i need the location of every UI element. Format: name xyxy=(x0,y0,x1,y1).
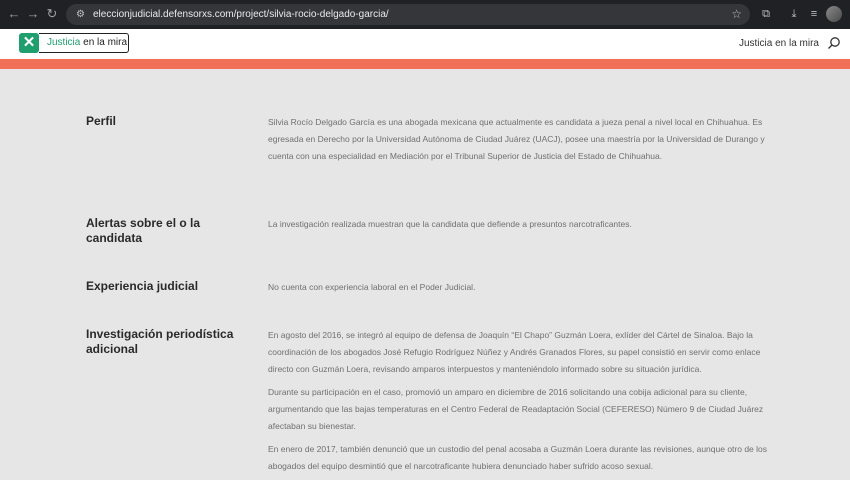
media-control-icon[interactable]: ≡ xyxy=(806,6,822,22)
address-bar[interactable]: ⚙ eleccionjudicial.defensorxs.com/projec… xyxy=(66,4,750,25)
logo-mark-icon[interactable]: ✕ xyxy=(19,33,39,53)
profile-avatar[interactable] xyxy=(826,6,842,22)
paragraph: Durante su participación en el caso, pro… xyxy=(268,387,764,431)
section-label: Alertas sobre el o la candidata xyxy=(86,216,201,245)
section-label: Investigación periodística adicional xyxy=(86,327,234,356)
logo-word-rest: en la mira xyxy=(80,37,128,48)
url-text[interactable]: eleccionjudicial.defensorxs.com/project/… xyxy=(93,7,389,22)
section-text: No cuenta con experiencia laboral en el … xyxy=(268,279,783,302)
section-label: Perfil xyxy=(86,114,117,128)
bookmark-star-icon[interactable]: ☆ xyxy=(731,6,742,23)
download-icon[interactable]: ⤓ xyxy=(786,6,802,22)
site-info-icon[interactable]: ⚙ xyxy=(74,8,87,21)
paragraph: En agosto del 2016, se integró al equipo… xyxy=(268,330,761,374)
site-logo[interactable]: Justicia en la mira xyxy=(39,33,129,53)
section-text: En agosto del 2016, se integró al equipo… xyxy=(268,327,783,480)
logo-word-justicia: Justicia xyxy=(47,37,81,48)
back-icon[interactable]: ← xyxy=(5,5,23,23)
site-header: ✕ Justicia en la mira Justicia en la mir… xyxy=(0,29,850,59)
section-label: Experiencia judicial xyxy=(86,279,199,293)
paragraph: No cuenta con experiencia laboral en el … xyxy=(268,282,476,292)
forward-icon[interactable]: → xyxy=(24,5,42,23)
section-text: Silvia Rocío Delgado García es una aboga… xyxy=(268,114,783,171)
browser-toolbar: ← → ↻ ⚙ eleccionjudicial.defensorxs.com/… xyxy=(0,0,850,29)
search-icon[interactable] xyxy=(827,36,841,50)
paragraph: Silvia Rocío Delgado García es una aboga… xyxy=(268,117,765,161)
paragraph: En enero de 2017, también denunció que u… xyxy=(268,444,768,471)
nav-link-home[interactable]: Justicia en la mira xyxy=(739,38,819,49)
header-accent-bar xyxy=(0,59,850,69)
extensions-icon[interactable]: ⧉ xyxy=(758,6,774,22)
paragraph: La investigación realizada muestran que … xyxy=(268,219,632,229)
section-text: La investigación realizada muestran que … xyxy=(268,216,783,239)
reload-icon[interactable]: ↻ xyxy=(43,5,61,23)
